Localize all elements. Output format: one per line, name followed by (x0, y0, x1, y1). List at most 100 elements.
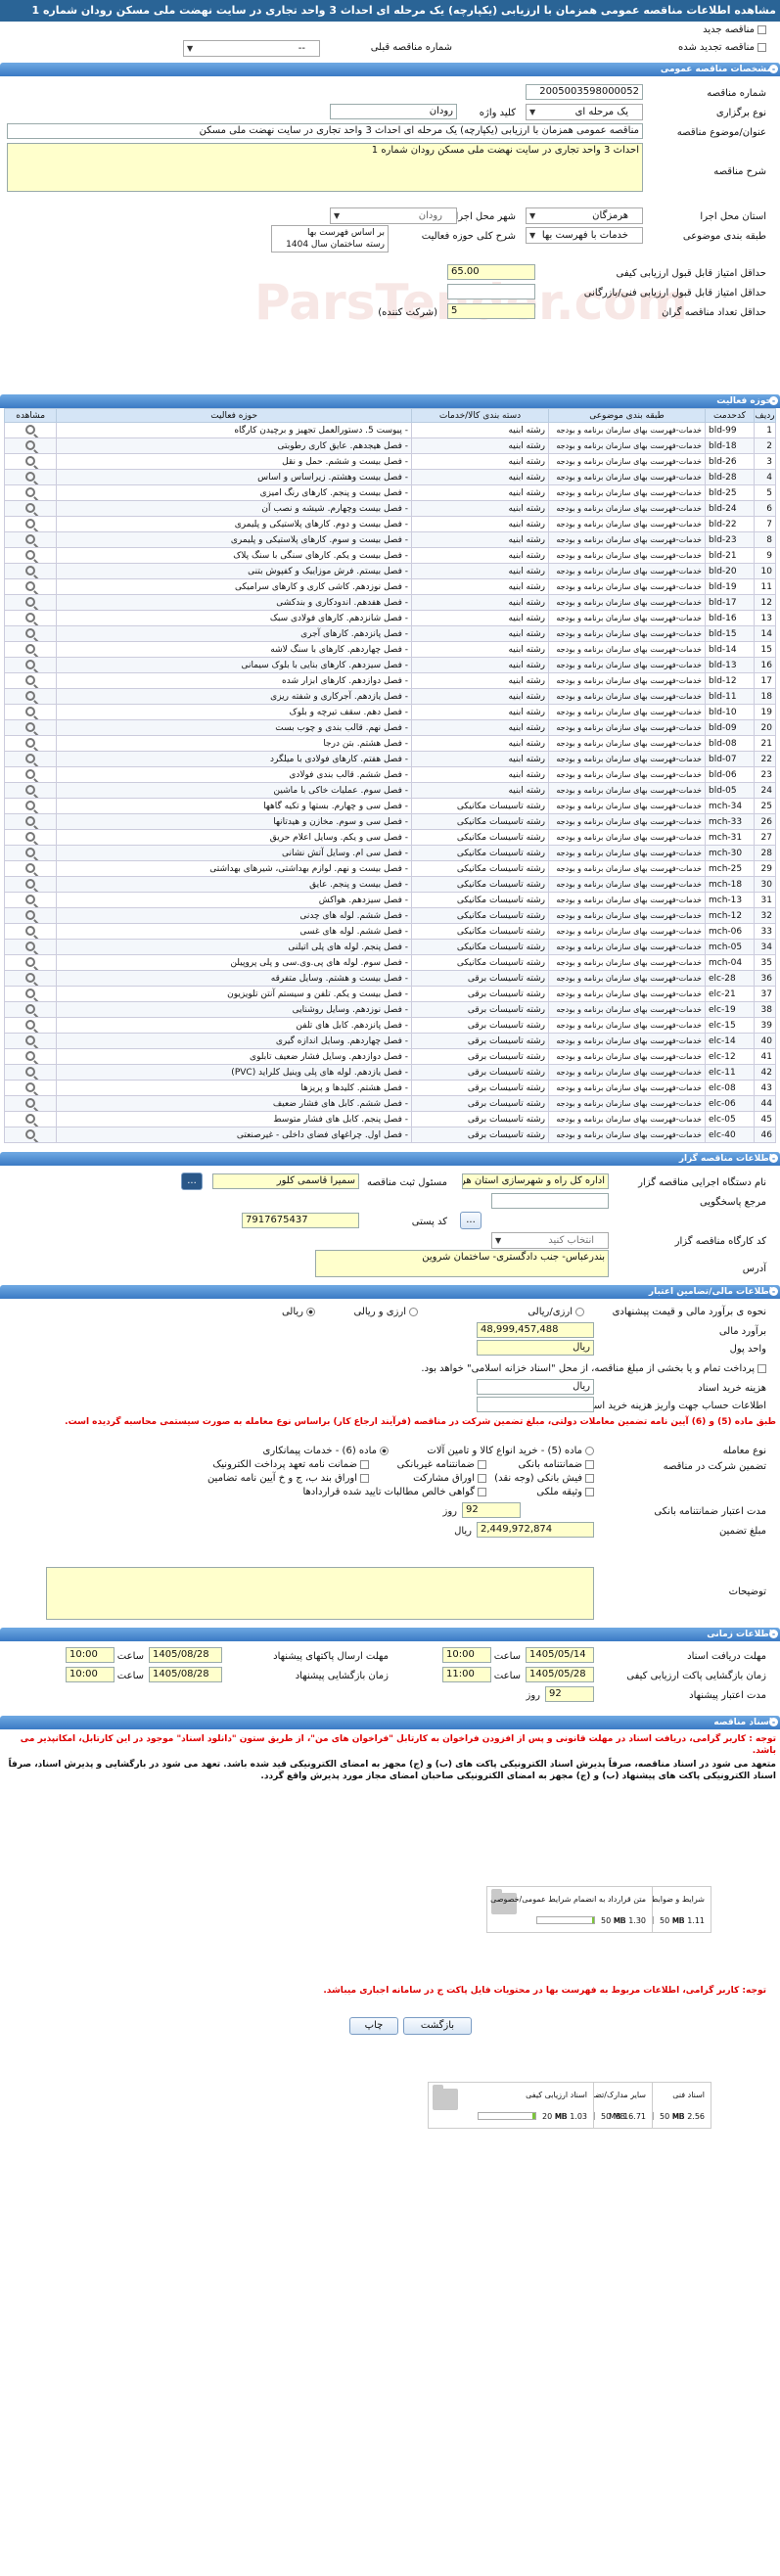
guarantee-opt[interactable]: وثیقه ملکی (536, 1487, 594, 1497)
view-cell[interactable] (3, 1001, 58, 1018)
magnifier-icon[interactable] (25, 471, 36, 482)
view-cell[interactable] (3, 892, 58, 908)
view-cell[interactable] (3, 672, 58, 689)
view-cell[interactable] (3, 1127, 58, 1143)
magnifier-icon[interactable] (25, 972, 36, 983)
min-tech-field[interactable] (447, 284, 535, 299)
guarantee-opt[interactable]: اوراق بند ب، ج و خ آیین نامه تضامین (207, 1473, 369, 1484)
view-cell[interactable] (3, 1111, 58, 1127)
view-cell[interactable] (3, 986, 58, 1002)
org-field[interactable]: اداره کل راه و شهرسازی استان هرمزگان (462, 1173, 609, 1189)
renewed-tender-option[interactable]: مناقصه تجدید شده (678, 42, 766, 53)
magnifier-icon[interactable] (25, 1081, 36, 1092)
receive-date[interactable]: 1405/05/14 (526, 1647, 594, 1663)
magnifier-icon[interactable] (25, 1019, 36, 1030)
guarantee-opt[interactable]: ضمانتنامه غیربانکی (397, 1459, 486, 1470)
bid-validity-field[interactable]: 92 (545, 1686, 594, 1702)
magnifier-icon[interactable] (25, 753, 36, 763)
magnifier-icon[interactable] (25, 455, 36, 466)
view-cell[interactable] (3, 688, 58, 705)
magnifier-icon[interactable] (25, 502, 36, 513)
magnifier-icon[interactable] (25, 784, 36, 795)
prev-number-select[interactable]: -- ▼ (183, 40, 320, 57)
new-tender-option[interactable]: مناقصه جدید (703, 24, 766, 35)
view-cell[interactable] (3, 923, 58, 940)
column-header[interactable]: دسته بندی کالا/خدمات (411, 408, 549, 423)
column-header[interactable]: مشاهده (3, 408, 58, 423)
method-opt1[interactable]: ارزی/ریالی (528, 1307, 584, 1317)
magnifier-icon[interactable] (25, 941, 36, 951)
province-select[interactable]: هرمزگان ▼ (526, 207, 643, 224)
estimate-field[interactable]: 48,999,457,488 (477, 1322, 594, 1338)
method-opt2[interactable]: ارزی و ریالی (354, 1307, 418, 1317)
magnifier-icon[interactable] (25, 674, 36, 685)
notes-field[interactable] (46, 1567, 594, 1620)
address-field[interactable]: بندرعباس- جنب دادگستری- ساختمان شروین (315, 1250, 609, 1277)
view-cell[interactable] (3, 876, 58, 893)
open-env-time[interactable]: 10:00 (66, 1667, 115, 1682)
magnifier-icon[interactable] (25, 1050, 36, 1061)
magnifier-icon[interactable] (25, 831, 36, 842)
magnifier-icon[interactable] (25, 1128, 36, 1139)
view-cell[interactable] (3, 610, 58, 626)
city-select[interactable]: رودان ▼ (330, 207, 457, 224)
magnifier-icon[interactable] (25, 815, 36, 826)
magnifier-icon[interactable] (25, 533, 36, 544)
view-cell[interactable] (3, 798, 58, 814)
ref-lookup-button[interactable]: ... (460, 1212, 482, 1229)
view-cell[interactable] (3, 1017, 58, 1034)
doc-cost-field[interactable]: ریال (477, 1379, 594, 1395)
view-cell[interactable] (3, 782, 58, 799)
magnifier-icon[interactable] (25, 1003, 36, 1014)
treasury-option[interactable]: پرداخت تمام و یا بخشی از مبلغ مناقصه، از… (421, 1363, 766, 1374)
view-cell[interactable] (3, 954, 58, 971)
guarantee-opt[interactable]: اوراق مشارکت (413, 1473, 486, 1484)
document-card[interactable]: اسناد ارزیابی کیفی 1.03 MB 20 MB (428, 2082, 594, 2129)
magnifier-icon[interactable] (25, 439, 36, 450)
unit-field[interactable]: سمیرا قاسمی کلور (212, 1173, 359, 1189)
amount-field[interactable]: 2,449,972,874 (477, 1522, 594, 1538)
open-time[interactable]: 11:00 (442, 1667, 491, 1682)
send-date[interactable]: 1405/08/28 (149, 1647, 222, 1663)
magnifier-icon[interactable] (25, 956, 36, 967)
magnifier-icon[interactable] (25, 612, 36, 622)
view-cell[interactable] (3, 813, 58, 830)
view-cell[interactable] (3, 625, 58, 642)
title-field[interactable]: مناقصه عمومی همزمان با ارزیابی (یکپارچه)… (7, 123, 643, 139)
min-quality-field[interactable]: 65.00 (447, 264, 535, 280)
deal-opt1[interactable]: ماده (5) - خرید انواع کالا و تامین آلات (427, 1446, 594, 1456)
view-cell[interactable] (3, 437, 58, 454)
view-cell[interactable] (3, 469, 58, 485)
view-cell[interactable] (3, 641, 58, 658)
magnifier-icon[interactable] (25, 690, 36, 701)
category-select[interactable]: خدمات با فهرست بها ▼ (526, 227, 643, 244)
magnifier-icon[interactable] (25, 706, 36, 716)
magnifier-icon[interactable] (25, 847, 36, 857)
view-cell[interactable] (3, 422, 58, 438)
scope-item[interactable]: بر اساس فهرست بها (275, 227, 385, 239)
view-cell[interactable] (3, 1033, 58, 1049)
view-cell[interactable] (3, 970, 58, 987)
open-date[interactable]: 1405/05/28 (526, 1667, 594, 1682)
view-cell[interactable] (3, 516, 58, 532)
column-header[interactable]: طبقه بندی موضوعی (548, 408, 706, 423)
magnifier-icon[interactable] (25, 1035, 36, 1045)
magnifier-icon[interactable] (25, 862, 36, 873)
method-opt3[interactable]: ریالی (282, 1307, 315, 1317)
guarantee-opt[interactable]: ضمانت نامه تعهد پرداخت الکترونیک (212, 1459, 369, 1470)
magnifier-icon[interactable] (25, 800, 36, 810)
view-cell[interactable] (3, 1064, 58, 1081)
view-cell[interactable] (3, 845, 58, 861)
magnifier-icon[interactable] (25, 878, 36, 889)
magnifier-icon[interactable] (25, 1066, 36, 1077)
view-cell[interactable] (3, 578, 58, 595)
number-field[interactable]: 2005003598000052 (526, 84, 643, 100)
account-field[interactable] (477, 1397, 594, 1412)
open-env-date[interactable]: 1405/08/28 (149, 1667, 222, 1682)
magnifier-icon[interactable] (25, 909, 36, 920)
magnifier-icon[interactable] (25, 627, 36, 638)
magnifier-icon[interactable] (25, 486, 36, 497)
workshop-select[interactable]: انتخاب کنید ▼ (491, 1232, 609, 1249)
view-cell[interactable] (3, 939, 58, 955)
magnifier-icon[interactable] (25, 596, 36, 607)
